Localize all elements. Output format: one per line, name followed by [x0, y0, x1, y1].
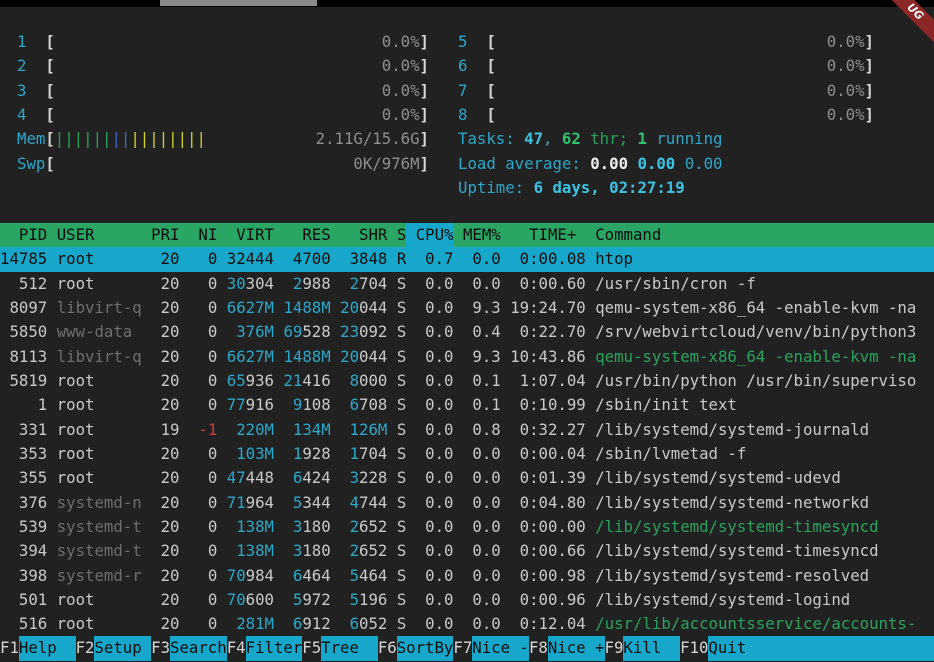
tasks-running-count: 1 [637, 127, 646, 151]
uptime-value: 6 days, 02:27:19 [534, 176, 685, 200]
column-header-mem[interactable]: MEM% [463, 223, 501, 247]
function-key-bar: F1Help F2Setup F3SearchF4FilterF5Tree F6… [0, 636, 934, 661]
load-average-line: Load average: 0.00 0.00 0.00 [458, 152, 874, 176]
process-row[interactable]: 398 systemd-r 20 0 70984 6464 5464 S 0.0… [0, 564, 934, 588]
cpu-status-meters-right: 5 [0.0%]6 [0.0%]7 [0.0%]8 [0.0%] Tasks: … [458, 30, 874, 200]
fkey-label-F8[interactable]: Nice + [548, 636, 605, 661]
process-row[interactable]: 539 systemd-t 20 0 138M 3180 2652 S 0.0 … [0, 515, 934, 539]
process-row-selected[interactable]: 14785 root 20 0 32444 4700 3848 R 0.7 0.… [0, 247, 934, 271]
fkey-F3[interactable]: F3 [151, 636, 170, 661]
table-header-row: PID USER PRI NI VIRT RES SHR S CPU% MEM%… [0, 223, 934, 247]
process-table: PID USER PRI NI VIRT RES SHR S CPU% MEM%… [0, 223, 934, 637]
process-row[interactable]: 501 root 20 0 70600 5972 5196 S 0.0 0.0 … [0, 588, 934, 612]
footer-filler [765, 636, 934, 661]
window-top-strip [0, 0, 934, 7]
fkey-label-F3[interactable]: Search [170, 636, 227, 661]
tasks-count: 47 [524, 127, 543, 151]
cpu-meter-3: 3 [0.0%] [17, 79, 429, 103]
process-row[interactable]: 331 root 19 -1 220M 134M 126M S 0.0 0.8 … [0, 418, 934, 442]
fkey-F2[interactable]: F2 [76, 636, 95, 661]
process-row[interactable]: 353 root 20 0 103M 1928 1704 S 0.0 0.0 0… [0, 442, 934, 466]
column-header-time[interactable]: TIME+ [510, 223, 586, 247]
fkey-F5[interactable]: F5 [302, 636, 321, 661]
cpu-meter-8: 8 [0.0%] [458, 103, 874, 127]
process-row[interactable]: 516 root 20 0 281M 6912 6052 S 0.0 0.0 0… [0, 612, 934, 636]
process-row[interactable]: 355 root 20 0 47448 6424 3228 S 0.0 0.0 … [0, 466, 934, 490]
process-row[interactable]: 512 root 20 0 30304 2988 2704 S 0.0 0.0 … [0, 272, 934, 296]
cpu-meter-7: 7 [0.0%] [458, 79, 874, 103]
load-1min: 0.00 [590, 152, 628, 176]
tasks-line: Tasks: 47, 62 thr; 1 running [458, 127, 874, 151]
fkey-F4[interactable]: F4 [227, 636, 246, 661]
fkey-label-F6[interactable]: SortBy [397, 636, 454, 661]
debug-ribbon-badge: UG [877, 0, 934, 50]
memory-meter: Mem[||||||||||||||||2.11G/15.6G] [17, 127, 429, 151]
swap-meter: Swp[0K/976M] [17, 152, 429, 176]
process-row[interactable]: 8113 libvirt-q 20 0 6627M 1488M 20044 S … [0, 345, 934, 369]
column-header-user[interactable]: USER [57, 223, 142, 247]
column-header-shr[interactable]: SHR [340, 223, 387, 247]
fkey-F10[interactable]: F10 [680, 636, 708, 661]
cpu-meter-4: 4 [0.0%] [17, 103, 429, 127]
column-header-s[interactable]: S [397, 223, 406, 247]
column-header-cpu[interactable]: CPU% [406, 223, 453, 247]
column-header-pid[interactable]: PID [0, 223, 47, 247]
tasks-threads: 62 [562, 127, 581, 151]
column-header-virt[interactable]: VIRT [227, 223, 274, 247]
tab-segment [160, 0, 317, 6]
process-row[interactable]: 376 systemd-n 20 0 71964 5344 4744 S 0.0… [0, 491, 934, 515]
fkey-F6[interactable]: F6 [378, 636, 397, 661]
column-header-pri[interactable]: PRI [151, 223, 179, 247]
load-15min: 0.00 [685, 152, 723, 176]
htop-terminal: UG 1 [0.0%]2 [0.0%]3 [0.0%]4 [0.0%]Mem[|… [0, 0, 934, 662]
fkey-F9[interactable]: F9 [605, 636, 624, 661]
column-header-res[interactable]: RES [283, 223, 330, 247]
uptime-label: Uptime: [458, 176, 534, 200]
tasks-label: Tasks: [458, 127, 524, 151]
fkey-label-F4[interactable]: Filter [246, 636, 303, 661]
process-row[interactable]: 1 root 20 0 77916 9108 6708 S 0.0 0.1 0:… [0, 393, 934, 417]
fkey-label-F9[interactable]: Kill [623, 636, 680, 661]
load-5min: 0.00 [637, 152, 675, 176]
cpu-meter-6: 6 [0.0%] [458, 54, 874, 78]
column-header-command[interactable]: Command [595, 223, 661, 247]
load-label: Load average: [458, 152, 590, 176]
process-row[interactable]: 5850 www-data 20 0 376M 69528 23092 S 0.… [0, 320, 934, 344]
process-row[interactable]: 5819 root 20 0 65936 21416 8000 S 0.0 0.… [0, 369, 934, 393]
cpu-mem-meters-left: 1 [0.0%]2 [0.0%]3 [0.0%]4 [0.0%]Mem[||||… [17, 30, 429, 176]
cpu-meter-5: 5 [0.0%] [458, 30, 874, 54]
fkey-F8[interactable]: F8 [529, 636, 548, 661]
cpu-meter-1: 1 [0.0%] [17, 30, 429, 54]
fkey-F1[interactable]: F1 [0, 636, 19, 661]
fkey-F7[interactable]: F7 [453, 636, 472, 661]
process-row[interactable]: 394 systemd-t 20 0 138M 3180 2652 S 0.0 … [0, 539, 934, 563]
fkey-label-F2[interactable]: Setup [94, 636, 151, 661]
fkey-label-F10[interactable]: Quit [708, 636, 765, 661]
fkey-label-F5[interactable]: Tree [321, 636, 378, 661]
fkey-label-F1[interactable]: Help [19, 636, 76, 661]
fkey-label-F7[interactable]: Nice - [472, 636, 529, 661]
cpu-meter-2: 2 [0.0%] [17, 54, 429, 78]
column-header-ni[interactable]: NI [189, 223, 217, 247]
process-row[interactable]: 8097 libvirt-q 20 0 6627M 1488M 20044 S … [0, 296, 934, 320]
uptime-line: Uptime: 6 days, 02:27:19 [458, 176, 874, 200]
